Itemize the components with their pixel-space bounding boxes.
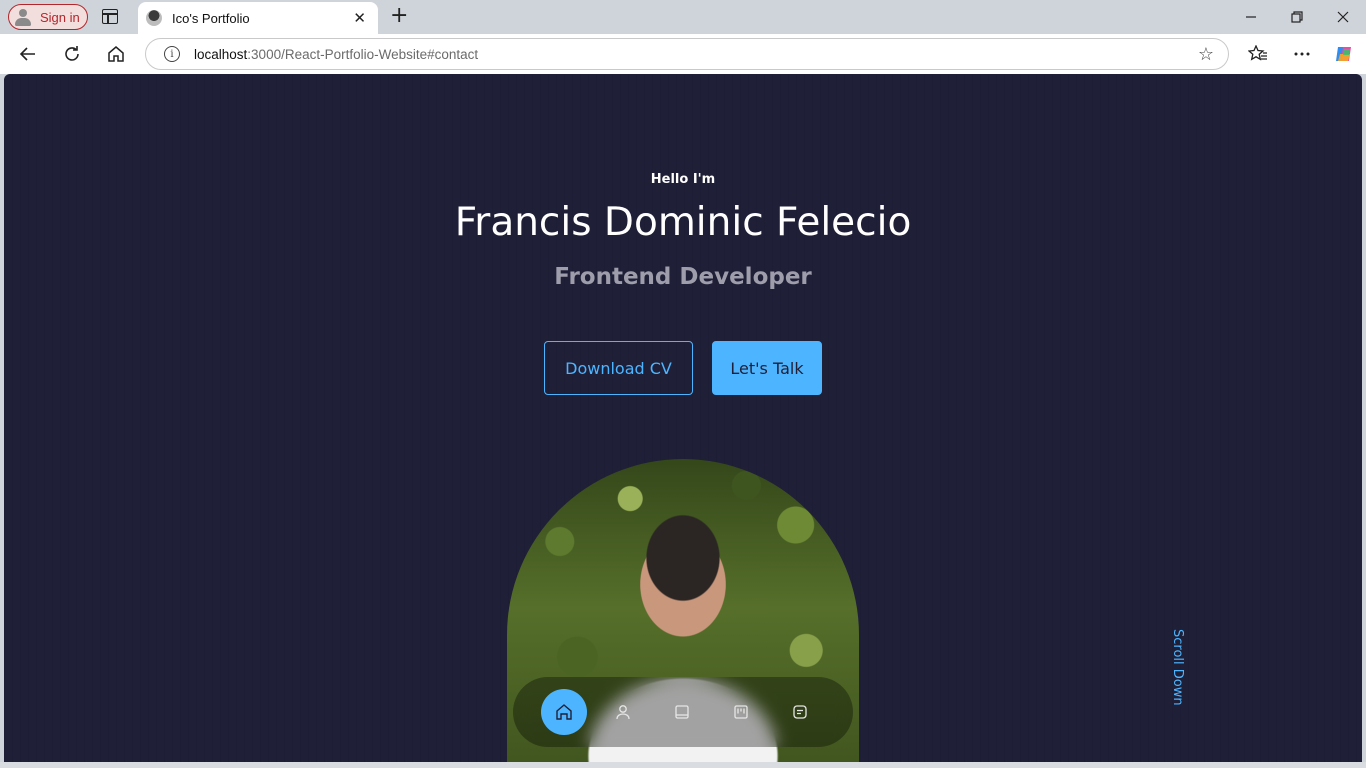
hero-greeting: Hello I'm <box>650 172 716 187</box>
message-icon <box>793 705 807 719</box>
tab-title: Ico's Portfolio <box>172 10 250 26</box>
home-icon <box>556 704 572 720</box>
hero-role: Frontend Developer <box>554 264 812 290</box>
back-icon[interactable] <box>14 40 42 68</box>
url-text: localhost:3000/React-Portfolio-Website#c… <box>194 47 478 62</box>
browser-tab-active[interactable]: Ico's Portfolio ✕ <box>138 2 378 34</box>
scroll-down-link[interactable]: Scroll Down <box>1170 629 1185 706</box>
close-tab-icon[interactable]: ✕ <box>353 9 366 27</box>
bottom-nav <box>513 677 853 747</box>
minimize-icon[interactable] <box>1228 0 1274 34</box>
copilot-icon[interactable] <box>1330 40 1358 68</box>
portfolio-page: Hello I'm Francis Dominic Felecio Fronte… <box>4 74 1362 762</box>
refresh-icon[interactable] <box>58 40 86 68</box>
url-path: :3000/React-Portfolio-Website#contact <box>247 46 479 62</box>
book-icon <box>675 705 689 719</box>
browser-toolbar: i localhost:3000/React-Portfolio-Website… <box>0 34 1366 74</box>
download-cv-button[interactable]: Download CV <box>544 341 693 395</box>
profile-icon <box>14 8 32 26</box>
sign-in-button[interactable]: Sign in <box>8 4 88 30</box>
home-browser-icon[interactable] <box>102 40 130 68</box>
hero-name: Francis Dominic Felecio <box>454 200 912 245</box>
user-icon <box>616 705 630 720</box>
browser-tab-bar: Sign in Ico's Portfolio ✕ + <box>0 0 1366 34</box>
favorites-icon[interactable] <box>1244 40 1272 68</box>
restore-icon[interactable] <box>1274 0 1320 34</box>
close-window-icon[interactable] <box>1320 0 1366 34</box>
nav-experience-button[interactable] <box>659 689 705 735</box>
sign-in-label: Sign in <box>40 9 80 25</box>
briefcase-icon <box>734 705 748 719</box>
new-tab-icon[interactable]: + <box>390 4 408 28</box>
nav-about-button[interactable] <box>600 689 646 735</box>
workspaces-icon[interactable] <box>102 9 118 24</box>
favorite-star-icon[interactable]: ☆ <box>1198 44 1214 65</box>
url-host: localhost <box>194 46 248 62</box>
lets-talk-button[interactable]: Let's Talk <box>712 341 822 395</box>
address-bar[interactable]: i localhost:3000/React-Portfolio-Website… <box>145 38 1229 70</box>
window-bottom-edge <box>0 762 1366 768</box>
nav-home-button[interactable] <box>541 689 587 735</box>
tab-favicon-icon <box>146 10 162 26</box>
nav-contact-button[interactable] <box>777 689 823 735</box>
site-info-icon[interactable]: i <box>164 46 180 62</box>
nav-portfolio-button[interactable] <box>718 689 764 735</box>
more-options-icon[interactable] <box>1288 40 1316 68</box>
